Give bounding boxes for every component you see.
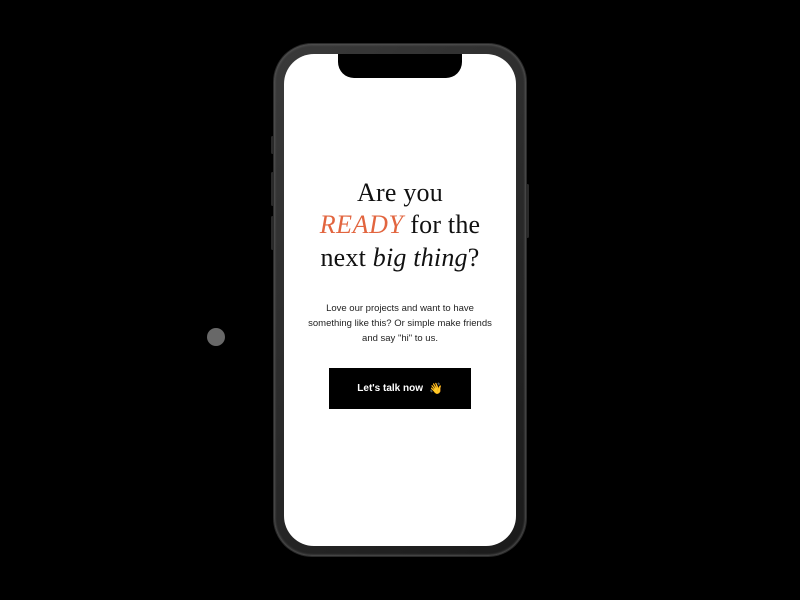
phone-screen: Are you READY for the next big thing? Lo… xyxy=(284,54,516,546)
headline-line1: Are you xyxy=(357,178,443,207)
headline-accent: READY xyxy=(320,210,404,239)
hero-headline: Are you READY for the next big thing? xyxy=(320,177,481,275)
custom-cursor xyxy=(207,328,225,346)
wave-icon: 👋 xyxy=(429,382,443,395)
phone-silence-switch xyxy=(271,136,274,154)
phone-power-button xyxy=(526,184,529,238)
hero-subtext: Love our projects and want to have somet… xyxy=(306,302,494,346)
headline-mid: for the xyxy=(404,210,481,239)
headline-suffix: ? xyxy=(468,243,480,272)
cta-label: Let's talk now xyxy=(357,383,423,394)
headline-line3-pre: next xyxy=(320,243,372,272)
phone-volume-up xyxy=(271,172,274,206)
phone-notch xyxy=(338,54,462,78)
cta-button[interactable]: Let's talk now 👋 xyxy=(329,368,470,409)
hero-content: Are you READY for the next big thing? Lo… xyxy=(284,54,516,546)
phone-volume-down xyxy=(271,216,274,250)
phone-frame: Are you READY for the next big thing? Lo… xyxy=(274,44,526,556)
headline-accent2: big thing xyxy=(373,243,468,272)
